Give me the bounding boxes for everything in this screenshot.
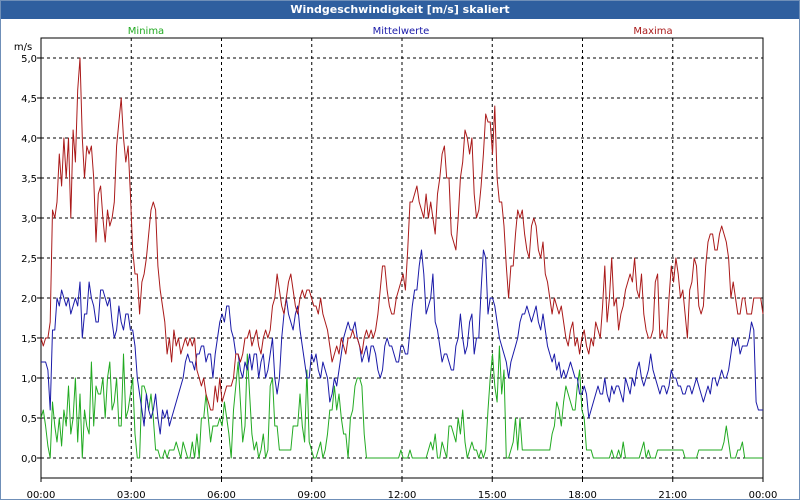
y-tick-label: 2,0 xyxy=(21,294,37,305)
y-tick-label: 1,0 xyxy=(21,374,37,385)
chart-window: Windgeschwindigkeit [m/s] skaliert 0,0 0,… xyxy=(0,0,800,500)
x-tick-time: 06:00 xyxy=(207,490,236,499)
x-tick-time: 03:00 xyxy=(117,490,146,499)
y-tick-label: 2,5 xyxy=(21,254,37,265)
x-tick-time: 21:00 xyxy=(658,490,687,499)
y-tick-label: 0,5 xyxy=(21,414,37,425)
y-axis-labels: 0,0 0,5 1,0 1,5 2,0 2,5 3,0 3,5 4,0 4,5 5,0 xyxy=(21,54,37,465)
y-tick-label: 1,5 xyxy=(21,334,37,345)
x-tick-time: 09:00 xyxy=(297,490,326,499)
y-tick-label: 4,0 xyxy=(21,134,37,145)
y-tick-label: 3,0 xyxy=(21,214,37,225)
window-title: Windgeschwindigkeit [m/s] skaliert xyxy=(1,1,799,19)
y-tick-label: 4,5 xyxy=(21,94,37,105)
x-tick-time: 12:00 xyxy=(388,490,417,499)
legend-mittelwerte: Mittelwerte xyxy=(373,26,430,37)
legend-minima: Minima xyxy=(128,26,164,37)
legend-maxima: Maxima xyxy=(633,26,672,37)
y-tick-label: 0,0 xyxy=(21,454,37,465)
y-axis-unit: m/s xyxy=(14,42,32,53)
y-tick-label: 5,0 xyxy=(21,54,37,65)
line-chart: 0,00,51,01,52,02,53,03,54,04,55,0 00:001… xyxy=(14,26,778,499)
x-tick-time: 18:00 xyxy=(568,490,597,499)
x-tick-time: 15:00 xyxy=(478,490,507,499)
x-axis-labels: 00:0013.11.1303:0013.11.1306:0013.11.130… xyxy=(27,490,778,499)
x-tick-time: 00:00 xyxy=(749,490,778,499)
x-tick-time: 00:00 xyxy=(27,490,56,499)
y-tick-label: 3,5 xyxy=(21,174,37,185)
